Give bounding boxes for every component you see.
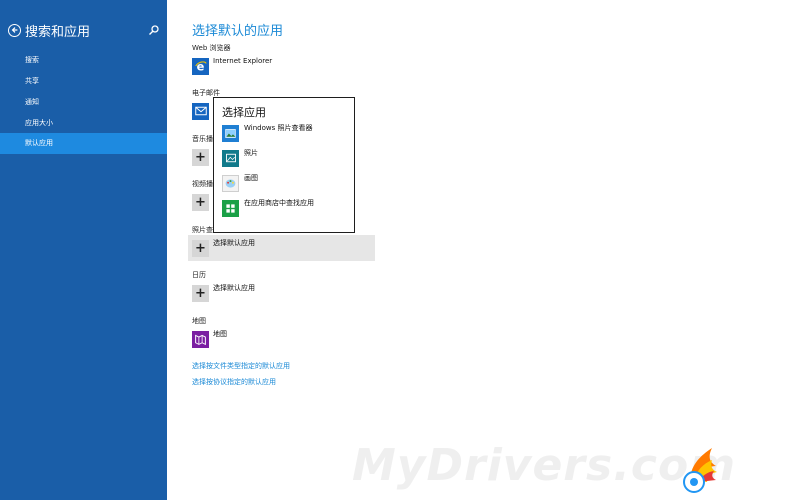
choose-app-flyout: 选择应用 Windows 照片查看器 照片 画图 在应用商店中查找应用 bbox=[213, 97, 355, 233]
photos-icon bbox=[222, 149, 239, 167]
mail-icon bbox=[192, 102, 209, 120]
section-label-web: Web 浏览器 bbox=[192, 44, 231, 52]
section-label-maps: 地图 bbox=[192, 317, 206, 325]
app-name: Windows 照片查看器 bbox=[244, 124, 313, 132]
link-protocol-defaults[interactable]: 选择按协议指定的默认应用 bbox=[192, 377, 276, 387]
sidebar-item-app-sizes[interactable]: 应用大小 bbox=[0, 113, 167, 134]
internet-explorer-icon: e bbox=[192, 57, 209, 75]
map-icon bbox=[192, 330, 209, 348]
section-label-video: 视频播 bbox=[192, 180, 213, 188]
back-button[interactable] bbox=[8, 23, 21, 37]
app-name: Internet Explorer bbox=[213, 57, 273, 65]
app-name: 地图 bbox=[213, 330, 227, 338]
flyout-item-photo-viewer[interactable]: Windows 照片查看器 bbox=[222, 124, 350, 142]
plus-icon: + bbox=[192, 284, 209, 302]
flyout-item-photos[interactable]: 照片 bbox=[222, 149, 350, 167]
section-label-calendar: 日历 bbox=[192, 271, 206, 279]
plus-icon: + bbox=[192, 239, 209, 257]
maps-app[interactable]: 地图 bbox=[188, 326, 375, 352]
section-label-music: 音乐播 bbox=[192, 135, 213, 143]
search-icon[interactable] bbox=[148, 24, 160, 36]
flyout-title: 选择应用 bbox=[222, 106, 266, 119]
plus-icon: + bbox=[192, 193, 209, 211]
main-content: 选择默认的应用 Web 浏览器 e Internet Explorer 电子邮件… bbox=[167, 0, 800, 500]
web-browser-app[interactable]: e Internet Explorer bbox=[188, 53, 375, 79]
arrow-left-icon bbox=[11, 27, 17, 33]
link-file-type-defaults[interactable]: 选择按文件类型指定的默认应用 bbox=[192, 361, 290, 371]
app-name: 在应用商店中查找应用 bbox=[244, 199, 314, 207]
sidebar-item-default-apps[interactable]: 默认应用 bbox=[0, 133, 167, 154]
watermark-logo-icon bbox=[683, 448, 717, 493]
flyout-item-store[interactable]: 在应用商店中查找应用 bbox=[222, 199, 350, 217]
photo-viewer-icon bbox=[222, 124, 239, 142]
calendar-app[interactable]: + 选择默认应用 bbox=[188, 280, 375, 306]
sidebar: 搜索和应用 搜索 共享 通知 应用大小 默认应用 bbox=[0, 0, 167, 500]
page-title: 选择默认的应用 bbox=[192, 24, 284, 39]
sidebar-item-share[interactable]: 共享 bbox=[0, 71, 167, 92]
app-name: 照片 bbox=[244, 149, 258, 157]
app-name: 选择默认应用 bbox=[213, 239, 255, 247]
photo-app[interactable]: + 选择默认应用 bbox=[188, 235, 375, 261]
app-name: 选择默认应用 bbox=[213, 284, 255, 292]
sidebar-item-notifications[interactable]: 通知 bbox=[0, 92, 167, 113]
plus-icon: + bbox=[192, 148, 209, 166]
store-icon bbox=[222, 199, 239, 217]
sidebar-item-search[interactable]: 搜索 bbox=[0, 50, 167, 71]
sidebar-header: 搜索和应用 bbox=[8, 20, 160, 40]
sidebar-title: 搜索和应用 bbox=[25, 24, 91, 40]
paint-icon bbox=[222, 174, 239, 192]
app-name: 画图 bbox=[244, 174, 258, 182]
flyout-item-paint[interactable]: 画图 bbox=[222, 174, 350, 192]
